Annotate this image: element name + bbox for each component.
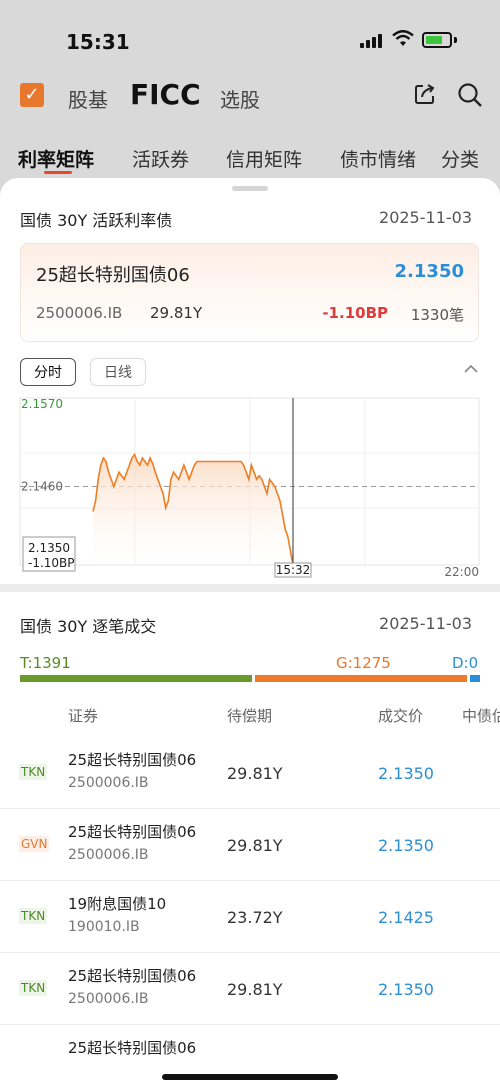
ratio-g-label: G:1275 (336, 654, 391, 672)
share-icon[interactable] (413, 82, 437, 106)
trade-term: 29.81Y (227, 764, 283, 783)
trades-section-date: 2025-11-03 (379, 614, 472, 633)
app-header-backdrop: 15:31 ✓ 股基 FICC 选股 利率矩阵 活跃券 信用矩阵 债市情绪 分类 (0, 0, 500, 190)
trade-term: 23.72Y (227, 908, 283, 927)
tab-stock-picker[interactable]: 选股 (220, 84, 260, 113)
bond-trade-count: 1330笔 (410, 306, 464, 324)
col-security: 证券 (68, 707, 99, 725)
trade-term: 29.81Y (227, 836, 283, 855)
tab-ficc[interactable]: FICC (130, 78, 201, 111)
cursor-time-label: 15:32 (276, 563, 311, 577)
col-term: 待偿期 (227, 707, 273, 725)
subtab-active-indicator (44, 171, 72, 174)
battery-icon (422, 32, 452, 48)
sheet-drag-handle[interactable] (232, 186, 268, 191)
search-icon[interactable] (457, 82, 483, 108)
active-section-title: 国债 30Y 活跃利率债 (20, 211, 173, 230)
battery-tip (454, 37, 457, 43)
ratio-segment-d (470, 675, 480, 682)
bond-code: 2500006.IB (36, 304, 123, 322)
col-valuation: 中债估值 (462, 707, 500, 725)
trade-bond-code: 2500006.IB (68, 847, 149, 863)
chevron-up-icon[interactable] (464, 362, 478, 378)
wifi-icon (392, 30, 414, 53)
bond-quote-card[interactable]: 25超长特别国债06 2.1350 2500006.IB 29.81Y -1.1… (20, 243, 479, 342)
y-top-label: 2.1570 (21, 397, 63, 411)
trade-type-badge: TKN (19, 908, 48, 924)
tab-stock-fund[interactable]: 股基 (68, 84, 108, 113)
trade-type-badge: GVN (19, 836, 50, 852)
series-area (93, 454, 293, 565)
current-change-label: -1.10BP (28, 556, 75, 570)
ratio-d-label: D:0 (452, 654, 479, 672)
intraday-button[interactable]: 分时 (20, 358, 76, 386)
end-time-label: 22:00 (444, 565, 479, 579)
trade-price: 2.1425 (378, 908, 434, 927)
trade-row[interactable]: TKN 19附息国债10 190010.IB 23.72Y 2.1425 (0, 880, 500, 953)
subtab-category[interactable]: 分类 (441, 145, 479, 172)
trade-price: 2.1350 (378, 836, 434, 855)
home-indicator[interactable] (162, 1074, 338, 1080)
trade-bond-code: 2500006.IB (68, 991, 149, 1007)
trade-type-badge: TKN (19, 980, 48, 996)
trade-row[interactable]: TKN 25超长特别国债06 2500006.IB 29.81Y 2.1350 (0, 952, 500, 1025)
trade-bond-name: 25超长特别国债06 (68, 967, 197, 985)
app-logo[interactable]: ✓ (20, 83, 44, 107)
subtab-market-sentiment[interactable]: 债市情绪 (340, 145, 420, 172)
subtab-rate-matrix[interactable]: 利率矩阵 (18, 145, 94, 172)
daily-button[interactable]: 日线 (90, 358, 146, 386)
trade-price: 2.1350 (378, 764, 434, 783)
ratio-segment-g (254, 675, 467, 682)
bond-price: 2.1350 (394, 261, 464, 282)
trade-bond-name: 19附息国债10 (68, 895, 167, 913)
trade-bond-name: 25超长特别国债06 (68, 751, 197, 769)
bond-name: 25超长特别国债06 (36, 265, 190, 286)
trade-row[interactable]: TKN 25超长特别国债06 2500006.IB 29.81Y 2.1350 (0, 736, 500, 809)
current-value-label: 2.1350 (28, 541, 70, 555)
active-section-date: 2025-11-03 (379, 208, 472, 227)
trade-type-badge: TKN (19, 764, 48, 780)
trade-row[interactable]: GVN 25超长特别国债06 2500006.IB 29.81Y 2.1350 (0, 808, 500, 881)
ratio-t-label: T:1391 (20, 654, 71, 672)
trade-price: 2.1350 (378, 980, 434, 999)
bond-change: -1.10BP (322, 304, 388, 322)
trade-bond-code: 2500006.IB (68, 775, 149, 791)
section-divider (0, 584, 500, 592)
bond-term: 29.81Y (150, 304, 203, 322)
intraday-chart[interactable]: 2.1570 2.1460 2.1350-1.10BP 15:32 22:00 (0, 390, 500, 580)
trade-bond-code: 190010.IB (68, 919, 140, 935)
subtab-credit-matrix[interactable]: 信用矩阵 (226, 145, 302, 172)
y-mid-label: 2.1460 (21, 480, 63, 494)
ratio-segment-t (20, 675, 252, 682)
trade-bond-name: 25超长特别国债06 (68, 1039, 197, 1057)
subtab-active-bonds[interactable]: 活跃券 (132, 145, 189, 172)
trade-term: 29.81Y (227, 980, 283, 999)
trade-bond-name: 25超长特别国债06 (68, 823, 197, 841)
col-price: 成交价 (378, 707, 424, 725)
status-time: 15:31 (66, 30, 130, 54)
bond-detail-sheet: 国债 30Y 活跃利率债 2025-11-03 25超长特别国债06 2.135… (0, 178, 500, 1087)
signal-icon (360, 34, 382, 48)
trades-section-title: 国债 30Y 逐笔成交 (20, 617, 157, 636)
